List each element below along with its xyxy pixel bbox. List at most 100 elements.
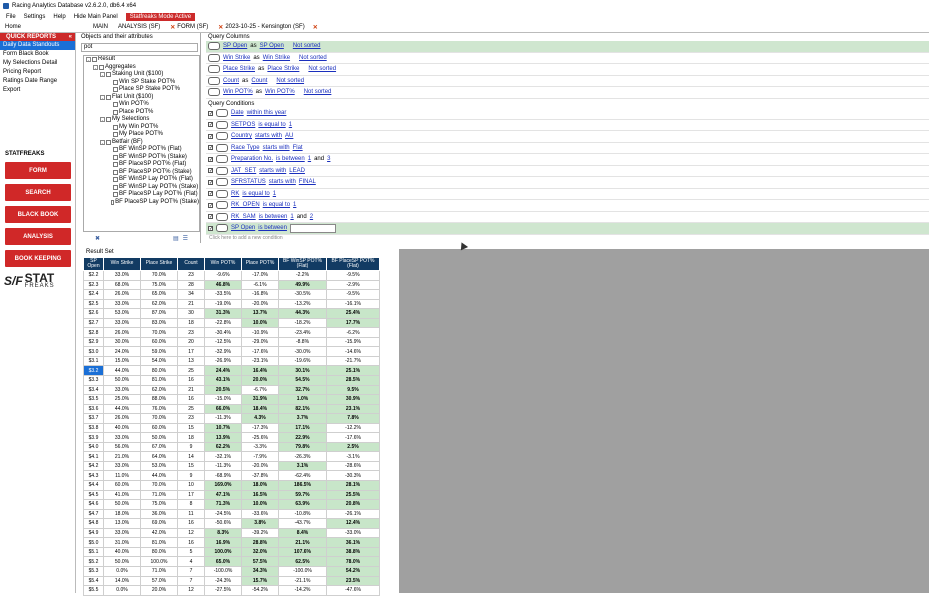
table-cell[interactable]: -11.3% bbox=[204, 460, 242, 472]
tree-node[interactable]: BF PlaceSP POT% (Stake) bbox=[84, 169, 199, 177]
tree-checkbox[interactable] bbox=[113, 132, 118, 138]
table-cell[interactable]: 24.0% bbox=[103, 346, 141, 357]
tree-node[interactable]: - Staking Unit ($100) bbox=[84, 71, 199, 79]
tab-home[interactable]: Home bbox=[0, 22, 26, 33]
table-cell[interactable]: 4.3% bbox=[241, 413, 279, 424]
table-cell[interactable]: 88.0% bbox=[140, 394, 178, 405]
tree-node[interactable]: Win POT% bbox=[84, 101, 199, 109]
tree-node[interactable]: My Win POT% bbox=[84, 124, 199, 132]
condition-checkbox[interactable]: ✓ bbox=[208, 214, 213, 220]
table-cell[interactable]: -30.5% bbox=[278, 289, 327, 300]
table-cell[interactable]: 16.4% bbox=[241, 365, 279, 376]
tree-node[interactable]: BF WinSP POT% (Flat) bbox=[84, 146, 199, 154]
table-cell[interactable]: -3.1% bbox=[326, 451, 380, 462]
table-cell[interactable]: $3.5 bbox=[83, 394, 104, 405]
table-cell[interactable]: 8.4% bbox=[278, 527, 327, 539]
table-cell[interactable]: -26.9% bbox=[204, 355, 242, 367]
tree-checkbox[interactable] bbox=[113, 102, 118, 108]
collapse-all-icon[interactable]: ☰ bbox=[183, 235, 188, 242]
table-cell[interactable]: -13.2% bbox=[278, 298, 327, 310]
table-cell[interactable]: $3.4 bbox=[83, 384, 104, 396]
query-condition-row[interactable]: ✓ JAT_SET starts with LEAD bbox=[206, 166, 929, 177]
table-row[interactable]: $5.1 40.0% 80.0% 5 100.0% 32.0% 107.6% 38.8% bbox=[83, 546, 380, 558]
column-header[interactable]: Count bbox=[177, 257, 205, 271]
table-cell[interactable]: -22.8% bbox=[204, 317, 242, 329]
table-cell[interactable]: 79.8% bbox=[278, 441, 327, 453]
condition-field-link[interactable]: SFRSTATUS bbox=[231, 179, 266, 185]
table-row[interactable]: $4.7 18.0% 36.0% 11 -24.5% -33.6% -10.8% -26.1% bbox=[83, 508, 380, 520]
table-cell[interactable]: 71.0% bbox=[140, 489, 178, 501]
condition-value-link[interactable]: AU bbox=[285, 133, 293, 139]
table-cell[interactable]: 70.0% bbox=[140, 413, 178, 424]
table-cell[interactable]: 28.5% bbox=[326, 375, 380, 386]
condition-field-link[interactable]: Date bbox=[231, 110, 244, 116]
table-cell[interactable]: 16 bbox=[177, 375, 205, 386]
table-cell[interactable]: -16.8% bbox=[241, 289, 279, 300]
table-cell[interactable]: 32.7% bbox=[278, 384, 327, 396]
table-cell[interactable]: -30.4% bbox=[204, 327, 242, 338]
query-condition-row[interactable]: ✓ Country starts with AU bbox=[206, 131, 929, 143]
table-cell[interactable]: 62.0% bbox=[140, 298, 178, 310]
table-cell[interactable]: 53.0% bbox=[140, 460, 178, 472]
table-cell[interactable]: 26.0% bbox=[103, 289, 141, 300]
table-cell[interactable]: 18 bbox=[177, 317, 205, 329]
table-cell[interactable]: 33.0% bbox=[103, 270, 141, 281]
table-cell[interactable]: 10.7% bbox=[204, 422, 242, 434]
table-row[interactable]: $5.3 0.0% 71.0% 7 -100.0% 34.3% -100.0% 54.2% bbox=[83, 565, 380, 577]
table-cell[interactable]: 9.5% bbox=[326, 384, 380, 396]
condition-operator-link[interactable]: is between bbox=[258, 225, 287, 231]
table-row[interactable]: $4.5 41.0% 71.0% 17 47.1% 16.5% 59.7% 25.5% bbox=[83, 489, 380, 501]
table-cell[interactable]: 76.0% bbox=[140, 403, 178, 415]
condition-operator-link[interactable]: is between bbox=[259, 214, 288, 220]
table-row[interactable]: $3.0 24.0% 59.0% 17 -32.9% -17.6% -30.0% -14.6% bbox=[83, 346, 380, 357]
table-cell[interactable]: $5.1 bbox=[83, 546, 104, 558]
table-cell[interactable]: -33.0% bbox=[326, 527, 380, 539]
table-cell[interactable]: -27.5% bbox=[204, 585, 242, 596]
table-cell[interactable]: -12.2% bbox=[326, 422, 380, 434]
table-cell[interactable]: 17.1% bbox=[278, 422, 327, 434]
tree-node[interactable]: BF PlaceSP Lay POT% (Stake) bbox=[84, 199, 199, 207]
tree-node[interactable]: BF PlaceSP Lay POT% (Flat) bbox=[84, 191, 199, 199]
condition-checkbox[interactable]: ✓ bbox=[208, 145, 213, 151]
table-row[interactable]: $3.4 33.0% 62.0% 21 20.5% -6.7% 32.7% 9.5% bbox=[83, 384, 380, 396]
table-cell[interactable]: 28.8% bbox=[241, 537, 279, 548]
table-row[interactable]: $3.2 44.0% 80.0% 25 24.4% 16.4% 30.1% 25.1% bbox=[83, 365, 380, 376]
table-cell[interactable]: 49.9% bbox=[278, 279, 327, 291]
table-cell[interactable]: $4.1 bbox=[83, 451, 104, 462]
table-cell[interactable]: 62.0% bbox=[140, 384, 178, 396]
table-cell[interactable]: 16 bbox=[177, 537, 205, 548]
table-cell[interactable]: -25.6% bbox=[241, 432, 279, 443]
table-cell[interactable]: 15 bbox=[177, 422, 205, 434]
table-cell[interactable]: 9 bbox=[177, 441, 205, 453]
table-cell[interactable]: 16.5% bbox=[241, 489, 279, 501]
table-row[interactable]: $4.3 11.0% 44.0% 9 -68.9% -37.8% -62.4% -30.3% bbox=[83, 470, 380, 482]
table-cell[interactable]: 67.0% bbox=[140, 441, 178, 453]
table-cell[interactable]: 20 bbox=[177, 336, 205, 348]
table-cell[interactable]: 21.0% bbox=[103, 451, 141, 462]
table-cell[interactable]: 20.0% bbox=[241, 375, 279, 386]
table-cell[interactable]: 16 bbox=[177, 394, 205, 405]
table-cell[interactable]: 12.4% bbox=[326, 518, 380, 529]
tree-node[interactable]: - Aggregates bbox=[84, 64, 199, 72]
condition-toggle[interactable] bbox=[216, 201, 228, 210]
table-cell[interactable]: 62.5% bbox=[278, 556, 327, 567]
quick-report-item[interactable]: Form Black Book bbox=[0, 50, 75, 59]
table-cell[interactable]: 23 bbox=[177, 413, 205, 424]
table-cell[interactable]: 57.5% bbox=[241, 556, 279, 567]
column-field-link[interactable]: Count bbox=[223, 78, 239, 84]
table-row[interactable]: $2.4 26.0% 65.0% 34 -33.5% -16.8% -30.5% -9.5% bbox=[83, 289, 380, 300]
table-cell[interactable]: 83.0% bbox=[140, 317, 178, 329]
table-cell[interactable]: -7.9% bbox=[241, 451, 279, 462]
condition-operator-link[interactable]: starts with bbox=[269, 179, 296, 185]
table-cell[interactable]: -39.2% bbox=[241, 527, 279, 539]
condition-operator-link[interactable]: starts with bbox=[259, 168, 286, 174]
condition-value-input[interactable] bbox=[289, 223, 336, 233]
table-cell[interactable]: 44.0% bbox=[103, 403, 141, 415]
query-condition-row[interactable]: ✓ Race Type starts with Flat bbox=[206, 143, 929, 154]
table-cell[interactable]: $2.2 bbox=[83, 270, 104, 281]
menu-help[interactable]: Help bbox=[53, 14, 65, 20]
table-cell[interactable]: $3.3 bbox=[83, 375, 104, 386]
quick-report-item[interactable]: Ratings Date Range Export bbox=[0, 77, 75, 93]
table-cell[interactable]: -43.7% bbox=[278, 518, 327, 529]
condition-value-link[interactable]: FINAL bbox=[299, 179, 316, 185]
